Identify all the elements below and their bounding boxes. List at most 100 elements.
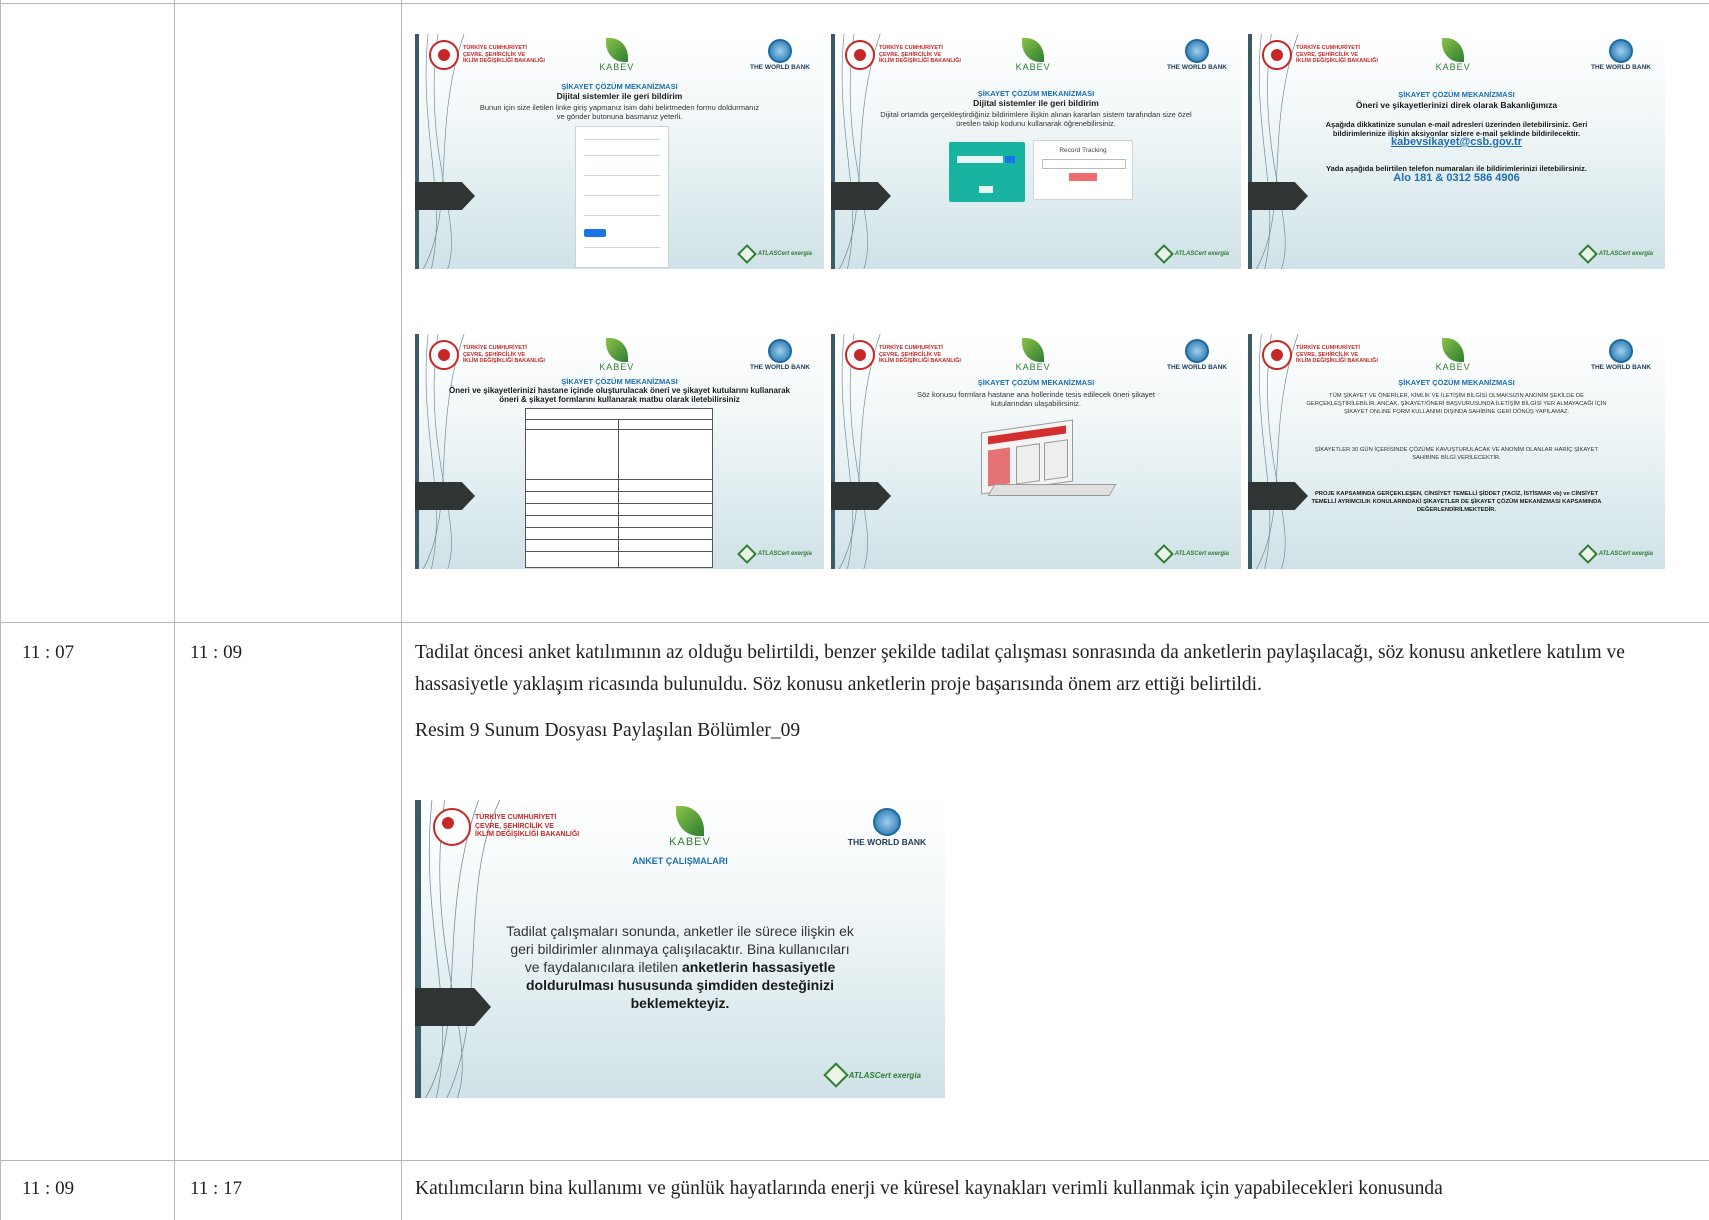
slide-paragraph: PROJE KAPSAMINDA GERÇEKLEŞEN, CİNSİYET T… xyxy=(1311,491,1602,513)
slide-title: ANKET ÇALIŞMALARI xyxy=(632,856,728,866)
ministry-logo: TÜRKİYE CUMHURİYETİ ÇEVRE, ŞEHİRCİLİK VE İ… xyxy=(1262,340,1378,370)
slide-title: ŞİKAYET ÇÖZÜM MEKANİZMASI xyxy=(561,82,678,91)
slide-heading: Dijital sistemler ile geri bildirim xyxy=(973,98,1099,108)
globe-icon xyxy=(768,39,792,63)
kabev-text: KABEV xyxy=(1435,62,1471,72)
worldbank-logo: THE WORLD BANK xyxy=(1167,39,1227,71)
worldbank-logo: THE WORLD BANK xyxy=(1167,339,1227,371)
kabev-text: KABEV xyxy=(1015,362,1051,372)
ministry-logo: TÜRKİYE CUMHURİYETİ ÇEVRE, ŞEHİRCİLİK VE İ… xyxy=(845,40,961,70)
slide-left-bar xyxy=(415,34,419,269)
globe-icon xyxy=(1609,39,1633,63)
row-start-time: 11 : 09 xyxy=(22,1178,75,1199)
footer-text: ATLASCert exergia xyxy=(1174,251,1229,257)
worldbank-logo: THE WORLD BANK xyxy=(750,39,810,71)
kabev-leaf-icon xyxy=(676,806,704,836)
record-tracking-panel: Record Tracking xyxy=(1033,140,1133,200)
atlascert-diamond-icon xyxy=(1153,244,1174,264)
table-border xyxy=(0,1160,1709,1161)
slide-left-bar xyxy=(1248,34,1252,269)
record-tracking-label: Record Tracking xyxy=(1059,147,1107,154)
slide-footer: ATLASCert exergia xyxy=(1153,544,1229,564)
kabev-leaf-icon xyxy=(1442,38,1465,62)
slide-paragraph: ŞİKAYETLER 30 GÜN İÇERİSİNDE ÇÖZÜME KAVU… xyxy=(1314,447,1599,461)
slide-left-bar xyxy=(1248,334,1252,569)
kabev-logo: KABEV xyxy=(650,806,730,848)
kabev-logo: KABEV xyxy=(1423,338,1483,372)
tracking-panel xyxy=(949,142,1025,202)
atlascert-diamond-icon xyxy=(822,1062,849,1088)
atlascert-diamond-icon xyxy=(1577,244,1598,264)
atlascert-diamond-icon xyxy=(736,544,757,564)
ministry-seal-icon xyxy=(845,40,875,70)
worldbank-text: THE WORLD BANK xyxy=(750,64,810,71)
figure-caption: Resim 9 Sunum Dosyası Paylaşılan Bölümle… xyxy=(415,720,801,741)
slide-title: ŞİKAYET ÇÖZÜM MEKANİZMASI xyxy=(977,378,1095,387)
slide-thumbnail: TÜRKİYE CUMHURİYETİ ÇEVRE, ŞEHİRCİLİK VE İ… xyxy=(415,34,824,269)
footer-text: ATLASCert exergia xyxy=(1598,251,1653,257)
kabev-logo: KABEV xyxy=(1003,338,1063,372)
slide-body: Söz konusu formlara hastane ana hollerin… xyxy=(916,390,1156,408)
ministry-line: İKLİM DEĞİŞİKLİĞİ BAKANLIĞI xyxy=(463,58,545,65)
kabev-text: KABEV xyxy=(599,62,635,72)
globe-icon xyxy=(1609,339,1633,363)
slide-thumbnail: TÜRKİYE CUMHURİYETİ ÇEVRE, ŞEHİRCİLİK VE İ… xyxy=(831,34,1241,269)
slide-thumbnail: TÜRKİYE CUMHURİYETİ ÇEVRE, ŞEHİRCİLİK VE İ… xyxy=(1248,34,1665,269)
atlascert-diamond-icon xyxy=(1153,544,1174,564)
slide-left-bar xyxy=(831,334,835,569)
slide-title: ŞİKAYET ÇÖZÜM MEKANİZMASI xyxy=(1398,90,1515,99)
worldbank-logo: THE WORLD BANK xyxy=(1591,39,1651,71)
ministry-line: İKLİM DEĞİŞİKLİĞİ BAKANLIĞI xyxy=(879,58,961,65)
slide-heading: Dijital sistemler ile geri bildirim xyxy=(556,91,683,101)
slide-heading: Öneri ve şikayetlerinizi hastane içinde … xyxy=(448,386,790,404)
slide-paragraph: TÜM ŞİKAYET VE ÖNERİLER, KİMLİK VE İLETİ… xyxy=(1306,393,1607,415)
footer-text: ATLASCert exergia xyxy=(848,1070,921,1080)
worldbank-logo: THE WORLD BANK xyxy=(1591,339,1651,371)
worldbank-text: THE WORLD BANK xyxy=(1591,64,1651,71)
kabev-text: KABEV xyxy=(599,362,635,372)
slide-footer: ATLASCert exergia xyxy=(1153,244,1229,264)
suggestion-box-shelf xyxy=(987,484,1117,496)
kabev-text: KABEV xyxy=(1015,62,1051,72)
worldbank-logo: THE WORLD BANK xyxy=(847,808,927,847)
slide-thumbnail: TÜRKİYE CUMHURİYETİ ÇEVRE, ŞEHİRCİLİK VE İ… xyxy=(831,334,1241,569)
slide-footer: ATLASCert exergia xyxy=(736,544,812,564)
globe-icon xyxy=(768,339,792,363)
ministry-logo: TÜRKİYE CUMHURİYETİ ÇEVRE, ŞEHİRCİLİK VE İ… xyxy=(845,340,961,370)
kabev-leaf-icon xyxy=(1022,38,1045,62)
worldbank-text: THE WORLD BANK xyxy=(847,837,927,847)
atlascert-diamond-icon xyxy=(736,244,757,264)
ministry-line: İKLİM DEĞİŞİKLİĞİ BAKANLIĞI xyxy=(1296,58,1378,65)
kabev-leaf-icon xyxy=(605,338,628,362)
worldbank-text: THE WORLD BANK xyxy=(1591,364,1651,371)
slide-title: ŞİKAYET ÇÖZÜM MEKANİZMASI xyxy=(561,377,678,386)
ministry-logo: TÜRKİYE CUMHURİYETİ ÇEVRE, ŞEHİRCİLİK VE İ… xyxy=(1262,40,1378,70)
table-border xyxy=(401,0,402,1220)
ministry-seal-icon xyxy=(845,340,875,370)
footer-text: ATLASCert exergia xyxy=(757,551,812,557)
slide-title: ŞİKAYET ÇÖZÜM MEKANİZMASI xyxy=(977,89,1095,98)
slide-left-bar xyxy=(831,34,835,269)
footer-text: ATLASCert exergia xyxy=(757,251,812,257)
atlascert-diamond-icon xyxy=(1577,544,1598,564)
table-border xyxy=(174,0,175,1220)
globe-icon xyxy=(1185,339,1209,363)
slide-title: ŞİKAYET ÇÖZÜM MEKANİZMASI xyxy=(1398,378,1515,387)
kabev-logo: KABEV xyxy=(587,38,647,72)
ministry-line: İKLİM DEĞİŞİKLİĞİ BAKANLIĞI xyxy=(1296,358,1378,365)
row-end-time: 11 : 17 xyxy=(190,1178,243,1199)
contact-email[interactable]: kabevsikayet@csb.gov.tr xyxy=(1391,136,1522,148)
ministry-line: İKLİM DEĞİŞİKLİĞİ BAKANLIĞI xyxy=(463,358,545,365)
ministry-seal-icon xyxy=(1262,340,1292,370)
slide-body: Bunun için size iletilen linke giriş yap… xyxy=(479,103,760,121)
ministry-line: İKLİM DEĞİŞİKLİĞİ BAKANLIĞI xyxy=(879,358,961,365)
slide-image: TÜRKİYE CUMHURİYETİ ÇEVRE, ŞEHİRCİLİK VE İ… xyxy=(415,800,945,1098)
worldbank-logo: THE WORLD BANK xyxy=(750,339,810,371)
table-border xyxy=(0,3,1709,4)
kabev-logo: KABEV xyxy=(1003,38,1063,72)
kabev-text: KABEV xyxy=(1435,362,1471,372)
ministry-seal-icon xyxy=(1262,40,1292,70)
ministry-logo: TÜRKİYE CUMHURİYETİ ÇEVRE, ŞEHİRCİLİK VE İ… xyxy=(429,40,545,70)
kabev-text: KABEV xyxy=(669,836,711,848)
slide-footer: ATLASCert exergia xyxy=(1577,244,1653,264)
